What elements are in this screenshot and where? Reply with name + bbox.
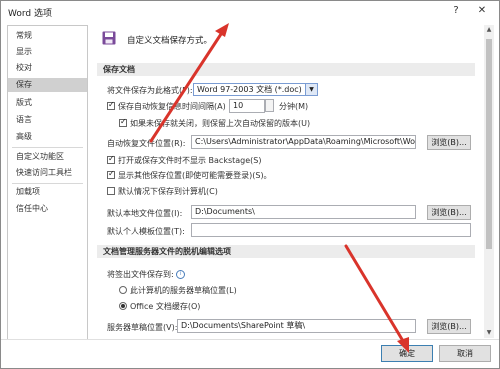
checkout-label: 将签出文件保存到: i bbox=[107, 269, 186, 280]
sidebar-divider bbox=[12, 183, 83, 184]
info-icon: i bbox=[176, 270, 186, 279]
ok-button[interactable]: 确定 bbox=[381, 345, 433, 362]
sidebar-item-save[interactable]: 保存 bbox=[8, 78, 87, 92]
sidebar-item-addins[interactable]: 加载项 bbox=[8, 185, 87, 199]
minutes-label: 分钟(M) bbox=[279, 102, 309, 111]
browse-local-button[interactable]: 浏览(B)... bbox=[427, 205, 471, 220]
backstage-checkbox[interactable] bbox=[107, 154, 115, 164]
sidebar: 常规 显示 校对 保存 版式 语言 高级 自定义功能区 快速访问工具栏 加载项 … bbox=[7, 25, 88, 340]
close-button[interactable]: ✕ bbox=[471, 3, 493, 19]
sidebar-item-trust-center[interactable]: 信任中心 bbox=[8, 202, 87, 216]
office-cache-label: Office 文档缓存(O) bbox=[130, 302, 201, 311]
template-path-label: 默认个人模板位置(T): bbox=[107, 227, 185, 236]
page-title: 自定义文档保存方式。 bbox=[127, 36, 213, 46]
sidebar-item-proofing[interactable]: 校对 bbox=[8, 61, 87, 75]
template-path-input[interactable] bbox=[191, 223, 471, 237]
sidebar-item-language[interactable]: 语言 bbox=[8, 113, 87, 127]
word-options-dialog: Word 选项 ? ✕ 常规 显示 校对 保存 版式 语言 高级 自定义功能区 … bbox=[0, 0, 500, 369]
scroll-up-icon[interactable]: ▲ bbox=[484, 25, 494, 35]
sidebar-item-customize-ribbon[interactable]: 自定义功能区 bbox=[8, 150, 87, 164]
window-title: Word 选项 bbox=[8, 9, 52, 19]
keep-last-version-checkbox[interactable] bbox=[119, 117, 127, 127]
autorecover-label: 保存自动恢复信息时间间隔(A) bbox=[118, 102, 226, 111]
save-options-panel: 自定义文档保存方式。 保存文档 将文件保存为此格式(F): Word 97-20… bbox=[93, 25, 483, 338]
format-label: 将文件保存为此格式(F): bbox=[107, 86, 193, 95]
autorecover-checkbox[interactable] bbox=[107, 100, 115, 110]
server-drafts-label: 此计算机的服务器草稿位置(L) bbox=[130, 286, 237, 295]
browse-autorecover-button[interactable]: 浏览(B)... bbox=[427, 135, 471, 150]
autorecover-path-label: 自动恢复文件位置(R): bbox=[107, 139, 186, 148]
sidebar-item-display[interactable]: 显示 bbox=[8, 45, 87, 59]
save-format-select[interactable]: Word 97-2003 文档 (*.doc) ▼ bbox=[193, 83, 318, 96]
chevron-down-icon: ▼ bbox=[305, 84, 317, 95]
other-locations-checkbox[interactable] bbox=[107, 169, 115, 179]
vertical-scrollbar[interactable]: ▲ ▼ bbox=[484, 25, 494, 338]
section-save-documents: 保存文档 bbox=[97, 63, 475, 76]
section-offline-editing: 文档管理服务器文件的脱机编辑选项 bbox=[97, 245, 475, 258]
cancel-button[interactable]: 取消 bbox=[439, 345, 491, 362]
checkout-label-text: 将签出文件保存到: bbox=[107, 270, 174, 279]
title-bar: Word 选项 ? ✕ bbox=[1, 1, 499, 21]
minutes-spinner[interactable] bbox=[265, 99, 274, 112]
local-path-label: 默认本地文件位置(I): bbox=[107, 209, 183, 218]
scroll-thumb[interactable] bbox=[486, 39, 492, 249]
scroll-down-icon[interactable]: ▼ bbox=[484, 328, 494, 338]
save-format-value: Word 97-2003 文档 (*.doc) bbox=[197, 85, 302, 94]
save-disk-icon bbox=[102, 31, 116, 45]
local-path-input[interactable]: D:\Documents\ bbox=[191, 205, 416, 219]
server-drafts-radio[interactable] bbox=[119, 286, 127, 294]
drafts-path-label: 服务器草稿位置(V): bbox=[107, 323, 178, 332]
sidebar-divider bbox=[12, 147, 83, 148]
other-locations-label: 显示其他保存位置(即使可能需要登录)(S)。 bbox=[118, 171, 272, 180]
backstage-label: 打开或保存文件时不显示 Backstage(S) bbox=[118, 156, 262, 165]
default-computer-checkbox[interactable] bbox=[107, 187, 115, 195]
default-computer-label: 默认情况下保存到计算机(C) bbox=[118, 187, 218, 196]
sidebar-item-advanced[interactable]: 高级 bbox=[8, 130, 87, 144]
office-cache-radio[interactable] bbox=[119, 302, 127, 310]
autorecover-path-input[interactable]: C:\Users\Administrator\AppData\Roaming\M… bbox=[191, 135, 416, 149]
sidebar-item-quick-access[interactable]: 快速访问工具栏 bbox=[8, 166, 87, 180]
keep-last-version-label: 如果未保存就关闭，则保留上次自动保留的版本(U) bbox=[130, 119, 311, 128]
autorecover-minutes-input[interactable]: 10 bbox=[229, 99, 265, 113]
sidebar-item-general[interactable]: 常规 bbox=[8, 29, 87, 43]
sidebar-item-layout[interactable]: 版式 bbox=[8, 96, 87, 110]
footer-divider bbox=[1, 339, 499, 340]
drafts-path-input[interactable]: D:\Documents\SharePoint 草稿\ bbox=[177, 319, 416, 333]
browse-drafts-button[interactable]: 浏览(B)... bbox=[427, 319, 471, 334]
help-button[interactable]: ? bbox=[445, 3, 467, 19]
